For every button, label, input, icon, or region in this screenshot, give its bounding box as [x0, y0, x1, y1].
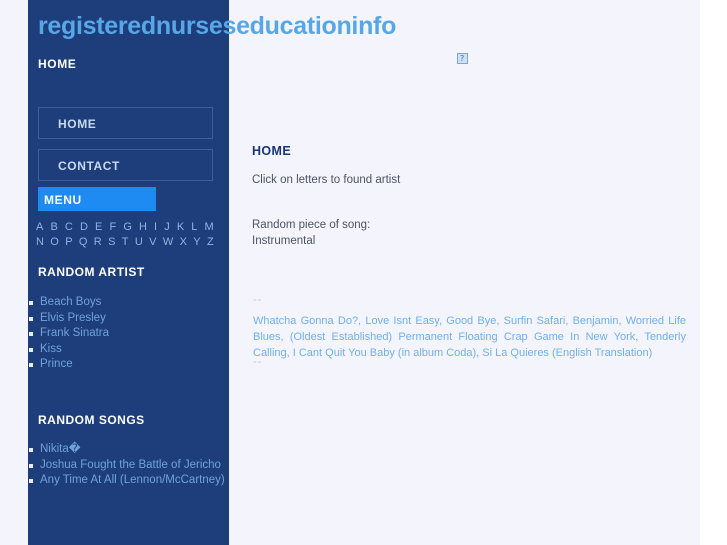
list-item[interactable]: Nikita�: [29, 442, 226, 458]
alphabet-letter[interactable]: T: [122, 235, 129, 250]
alphabet-letter[interactable]: D: [80, 220, 88, 235]
alphabet-letter[interactable]: J: [164, 220, 170, 235]
alphabet-letter[interactable]: G: [123, 220, 132, 235]
random-songs-heading: RANDOM SONGS: [38, 413, 145, 427]
instruction-text: Click on letters to found artist: [252, 174, 401, 186]
sidebar-nav-contact[interactable]: CONTACT: [38, 149, 213, 181]
alphabet-letter[interactable]: S: [108, 235, 116, 250]
page-title: HOME: [252, 144, 292, 158]
separator-bottom: --: [253, 356, 263, 368]
alphabet-letter[interactable]: N: [36, 235, 44, 250]
sidebar-nav-home-label: HOME: [58, 117, 97, 131]
alphabet-letter[interactable]: B: [50, 220, 58, 235]
alphabet-letter[interactable]: W: [163, 235, 174, 250]
list-item[interactable]: Prince: [29, 357, 226, 373]
alphabet-letter[interactable]: O: [50, 235, 59, 250]
broken-image-glyph: ?: [460, 54, 465, 63]
separator-top: --: [253, 294, 263, 306]
main-content: ? HOME Click on letters to found artist …: [252, 0, 692, 545]
broken-image-icon: ?: [457, 53, 468, 64]
list-item[interactable]: Elvis Presley: [29, 311, 226, 327]
alphabet-letter[interactable]: F: [109, 220, 116, 235]
alphabet-letter[interactable]: R: [94, 235, 102, 250]
alphabet-letter[interactable]: P: [65, 235, 73, 250]
alphabet-letter[interactable]: L: [191, 220, 197, 235]
site-title: registerednurseseducationinfo: [38, 12, 397, 40]
page-background: registerednurseseducationinfo HOME HOME …: [0, 0, 700, 545]
random-piece-label: Random piece of song:: [252, 219, 371, 231]
alphabet-letter[interactable]: I: [154, 220, 157, 235]
sidebar-kicker-home: HOME: [38, 57, 77, 71]
alphabet-letter[interactable]: Q: [79, 235, 88, 250]
alphabet-letter[interactable]: E: [95, 220, 103, 235]
random-piece-block: Random piece of song: Instrumental: [252, 217, 370, 249]
sidebar-nav-contact-label: CONTACT: [58, 159, 120, 173]
alphabet-letter[interactable]: U: [135, 235, 143, 250]
alphabet-letter[interactable]: M: [205, 220, 214, 235]
alphabet-letter[interactable]: Z: [207, 235, 214, 250]
random-songs-list: Nikita� Joshua Fought the Battle of Jeri…: [22, 442, 226, 489]
sidebar-menu-label: MENU: [44, 193, 82, 207]
alphabet-index: A B C D E F G H I J K L M N O P Q R S T …: [36, 220, 214, 250]
alphabet-letter[interactable]: X: [180, 235, 188, 250]
random-artist-list: Beach Boys Elvis Presley Frank Sinatra K…: [22, 295, 226, 373]
alphabet-row-2: N O P Q R S T U V W X Y Z: [36, 235, 214, 250]
random-piece-value: Instrumental: [252, 235, 316, 247]
sidebar-nav-home[interactable]: HOME: [38, 107, 213, 139]
list-item[interactable]: Joshua Fought the Battle of Jericho: [29, 458, 226, 474]
list-item[interactable]: Any Time At All (Lennon/McCartney): [29, 473, 226, 489]
list-item[interactable]: Kiss: [29, 342, 226, 358]
random-artist-heading: RANDOM ARTIST: [38, 265, 145, 279]
alphabet-letter[interactable]: K: [177, 220, 185, 235]
alphabet-letter[interactable]: C: [65, 220, 73, 235]
list-item[interactable]: Frank Sinatra: [29, 326, 226, 342]
sidebar-menu-button[interactable]: MENU: [38, 187, 156, 211]
list-item[interactable]: Beach Boys: [29, 295, 226, 311]
alphabet-letter[interactable]: Y: [193, 235, 201, 250]
alphabet-letter[interactable]: V: [149, 235, 157, 250]
alphabet-row-1: A B C D E F G H I J K L M: [36, 220, 214, 235]
alphabet-letter[interactable]: A: [36, 220, 44, 235]
alphabet-letter[interactable]: H: [139, 220, 147, 235]
song-links-paragraph[interactable]: Whatcha Gonna Do?, Love Isnt Easy, Good …: [253, 313, 686, 361]
